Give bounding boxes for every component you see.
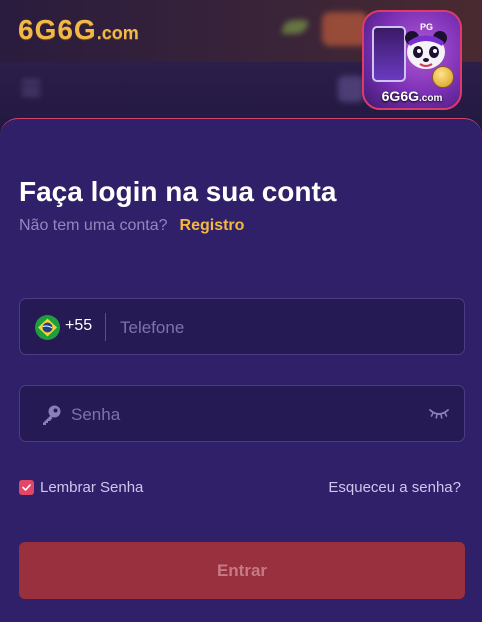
phone-graphic-icon xyxy=(372,26,406,82)
app-icon-label-main: 6G6G xyxy=(381,88,419,104)
no-account-text: Não tem uma conta? xyxy=(19,217,168,234)
brazil-flag-icon[interactable] xyxy=(35,315,60,340)
phone-field[interactable]: +55 xyxy=(19,298,465,356)
app-download-icon[interactable]: PG 6G6G.com xyxy=(362,10,462,110)
site-logo[interactable]: 6G6G .com xyxy=(18,14,139,46)
login-submit-button[interactable]: Entrar xyxy=(19,542,465,599)
site-logo-main: 6G6G xyxy=(18,14,97,45)
remember-label: Lembrar Senha xyxy=(40,479,144,496)
phone-input[interactable] xyxy=(118,299,452,356)
remember-checkbox[interactable] xyxy=(19,480,34,495)
coin-icon xyxy=(432,66,454,88)
register-link[interactable]: Registro xyxy=(180,217,245,234)
login-modal: Faça login na sua conta Não tem uma cont… xyxy=(0,118,482,622)
password-input[interactable] xyxy=(69,386,413,443)
remember-password[interactable]: Lembrar Senha xyxy=(19,479,143,496)
forgot-password-link[interactable]: Esqueceu a senha? xyxy=(328,479,461,496)
app-icon-label-suffix: .com xyxy=(419,93,443,104)
country-code[interactable]: +55 xyxy=(65,317,92,335)
checkmark-icon xyxy=(22,484,31,491)
register-prompt: Não tem uma conta? Registro xyxy=(19,217,244,235)
eye-closed-icon[interactable] xyxy=(429,406,449,420)
password-field[interactable] xyxy=(19,385,465,443)
app-icon-badge: PG xyxy=(420,22,434,32)
site-logo-suffix: .com xyxy=(96,23,139,43)
app-icon-label: 6G6G.com xyxy=(364,88,460,104)
field-divider xyxy=(105,313,106,341)
key-icon xyxy=(43,405,61,425)
login-title: Faça login na sua conta xyxy=(19,176,337,207)
background-chip xyxy=(338,76,364,102)
background-menu-icon xyxy=(22,80,40,96)
